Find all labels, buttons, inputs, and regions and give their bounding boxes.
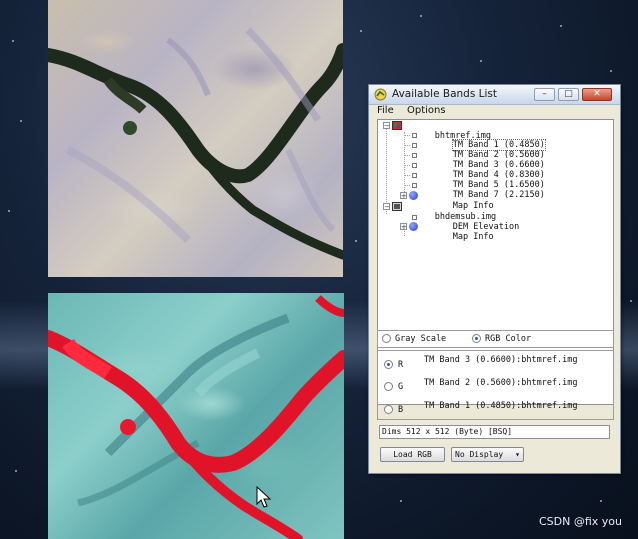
false-color-image <box>48 293 344 539</box>
image-file-icon <box>392 121 402 130</box>
expand-toggle[interactable]: + <box>400 223 407 231</box>
channel-r-label: R <box>398 360 404 370</box>
tree-band-4[interactable]: TM Band 4 (0.8300) <box>422 160 545 180</box>
menu-bar: File Options <box>369 105 620 117</box>
collapse-toggle[interactable]: − <box>383 203 390 211</box>
color-mode-group: Gray Scale RGB Color <box>377 330 614 348</box>
load-rgb-button[interactable]: Load RGB <box>380 447 445 462</box>
globe-icon <box>409 191 418 200</box>
display-select[interactable]: No Display ▾ <box>451 447 524 462</box>
maximize-icon: □ <box>564 89 573 99</box>
rgb-channel-group: R TM Band 3 (0.6600):bhtmref.img G TM Ba… <box>377 350 614 420</box>
rgb-color-radio[interactable] <box>472 334 481 343</box>
tree-band-3[interactable]: TM Band 3 (0.6600) <box>422 150 545 170</box>
band-icon <box>412 215 417 220</box>
watermark: CSDN @fix you <box>538 515 622 528</box>
channel-b-band[interactable]: TM Band 1 (0.4850):bhtmref.img <box>424 401 578 411</box>
tree-label: Map Info <box>452 232 494 242</box>
display-select-value: No Display <box>455 450 504 459</box>
natural-color-image <box>48 0 343 277</box>
tree-band-7[interactable]: TM Band 7 (2.2150) <box>422 180 545 200</box>
tree-band-1[interactable]: TM Band 1 (0.4850) <box>422 130 546 151</box>
window-title: Available Bands List <box>392 88 497 100</box>
available-bands-list-window: Available Bands List – □ ✕ File Options … <box>368 84 621 474</box>
channel-g-band[interactable]: TM Band 2 (0.5600):bhtmref.img <box>424 378 578 388</box>
maximize-button[interactable]: □ <box>558 88 579 101</box>
band-icon <box>412 143 417 148</box>
tree-file-bhdemsub[interactable]: bhdemsub.img <box>404 202 496 222</box>
channel-r-band[interactable]: TM Band 3 (0.6600):bhtmref.img <box>424 355 578 365</box>
band-icon <box>412 163 417 168</box>
tree-dem-elevation[interactable]: DEM Elevation <box>422 212 520 232</box>
band-icon <box>412 173 417 178</box>
channel-b-radio[interactable] <box>384 405 393 414</box>
close-button[interactable]: ✕ <box>582 88 612 101</box>
rgb-color-label: RGB Color <box>485 334 532 344</box>
tree-map-info-2[interactable]: Map Info <box>422 222 494 242</box>
tree-band-5[interactable]: TM Band 5 (1.6500) <box>422 170 545 190</box>
channel-b-label: B <box>398 405 404 415</box>
tree-band-2[interactable]: TM Band 2 (0.5600) <box>422 140 545 160</box>
menu-options[interactable]: Options <box>407 105 446 116</box>
band-icon <box>412 133 417 138</box>
bands-list-icon <box>374 88 387 101</box>
collapse-toggle[interactable]: − <box>383 122 390 130</box>
minimize-button[interactable]: – <box>534 88 555 101</box>
window-titlebar[interactable]: Available Bands List – □ ✕ <box>369 85 620 105</box>
gray-scale-label: Gray Scale <box>395 334 447 344</box>
mouse-pointer-icon <box>256 486 272 508</box>
chevron-down-icon: ▾ <box>515 450 520 459</box>
image-file-icon <box>392 202 402 211</box>
band-icon <box>412 183 417 188</box>
channel-r-radio[interactable] <box>384 360 393 369</box>
dims-info: Dims 512 x 512 (Byte) [BSQ] <box>379 425 610 439</box>
channel-g-radio[interactable] <box>384 382 393 391</box>
channel-g-label: G <box>398 382 404 392</box>
minimize-icon: – <box>542 89 547 99</box>
gray-scale-radio[interactable] <box>382 334 391 343</box>
menu-file[interactable]: File <box>377 105 394 116</box>
globe-icon <box>409 222 418 231</box>
expand-toggle[interactable]: + <box>400 192 407 200</box>
close-icon: ✕ <box>593 89 601 99</box>
band-icon <box>412 153 417 158</box>
tree-map-info-1[interactable]: Map Info <box>422 191 494 211</box>
